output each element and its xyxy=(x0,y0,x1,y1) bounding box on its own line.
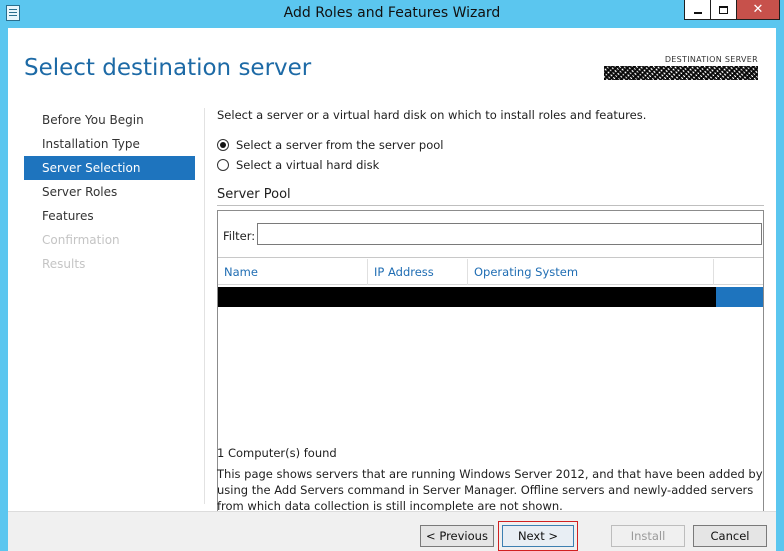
filter-row: Filter: xyxy=(218,211,763,258)
nav-divider xyxy=(204,108,205,504)
nav-item-features[interactable]: Features xyxy=(24,204,195,228)
destination-server-name-redacted xyxy=(604,66,758,80)
server-pool-heading: Server Pool xyxy=(217,187,291,202)
option-virtual-hard-disk-label[interactable]: Select a virtual hard disk xyxy=(236,158,379,172)
nav-item-server-selection[interactable]: Server Selection xyxy=(24,156,195,180)
radio-server-pool[interactable] xyxy=(217,139,229,151)
minimize-icon xyxy=(693,11,702,14)
close-button[interactable]: ✕ xyxy=(736,0,780,20)
page-title: Select destination server xyxy=(24,55,312,81)
wizard-client-area: Select destination server DESTINATION SE… xyxy=(8,28,776,551)
nav-item-server-roles[interactable]: Server Roles xyxy=(24,180,195,204)
nav-item-before-you-begin[interactable]: Before You Begin xyxy=(24,108,195,132)
computers-found-count: 1 Computer(s) found xyxy=(217,446,337,460)
server-pool-description: This page shows servers that are running… xyxy=(217,467,763,513)
option-server-pool[interactable]: Select a server from the server pool xyxy=(217,138,443,152)
destination-server: DESTINATION SERVER xyxy=(604,55,758,80)
minimize-button[interactable] xyxy=(684,0,710,20)
filter-label: Filter: xyxy=(223,229,256,243)
install-button: Install xyxy=(611,525,685,547)
destination-server-label: DESTINATION SERVER xyxy=(664,55,758,64)
wizard-nav: Before You Begin Installation Type Serve… xyxy=(24,108,195,276)
column-header-operating-system[interactable]: Operating System xyxy=(468,259,714,285)
close-icon: ✕ xyxy=(752,2,764,17)
table-row-selected-server[interactable] xyxy=(218,287,763,307)
maximize-button[interactable] xyxy=(710,0,736,20)
window-title: Add Roles and Features Wizard xyxy=(283,5,501,21)
nav-item-results: Results xyxy=(42,257,86,271)
window-controls: ✕ xyxy=(684,0,780,20)
wizard-footer: < Previous Next > Install Cancel xyxy=(8,511,776,551)
radio-virtual-hard-disk[interactable] xyxy=(217,159,229,171)
nav-item-confirmation: Confirmation xyxy=(42,233,120,247)
intro-text: Select a server or a virtual hard disk o… xyxy=(217,108,647,122)
option-virtual-hard-disk[interactable]: Select a virtual hard disk xyxy=(217,158,379,172)
column-header-ip-address[interactable]: IP Address xyxy=(368,259,468,285)
next-button[interactable]: Next > xyxy=(498,521,578,551)
cancel-button[interactable]: Cancel xyxy=(693,525,767,547)
redacted-server-row xyxy=(218,287,716,307)
column-header-blank xyxy=(714,259,763,285)
server-table-header: Name IP Address Operating System xyxy=(218,259,763,285)
title-bar[interactable]: Add Roles and Features Wizard ✕ xyxy=(0,0,784,28)
previous-button[interactable]: < Previous xyxy=(420,525,494,547)
filter-input[interactable] xyxy=(257,223,762,245)
option-server-pool-label[interactable]: Select a server from the server pool xyxy=(236,138,443,152)
column-header-name[interactable]: Name xyxy=(218,259,368,285)
maximize-icon xyxy=(719,5,728,14)
nav-item-installation-type[interactable]: Installation Type xyxy=(24,132,195,156)
server-pool-rule xyxy=(217,205,764,206)
